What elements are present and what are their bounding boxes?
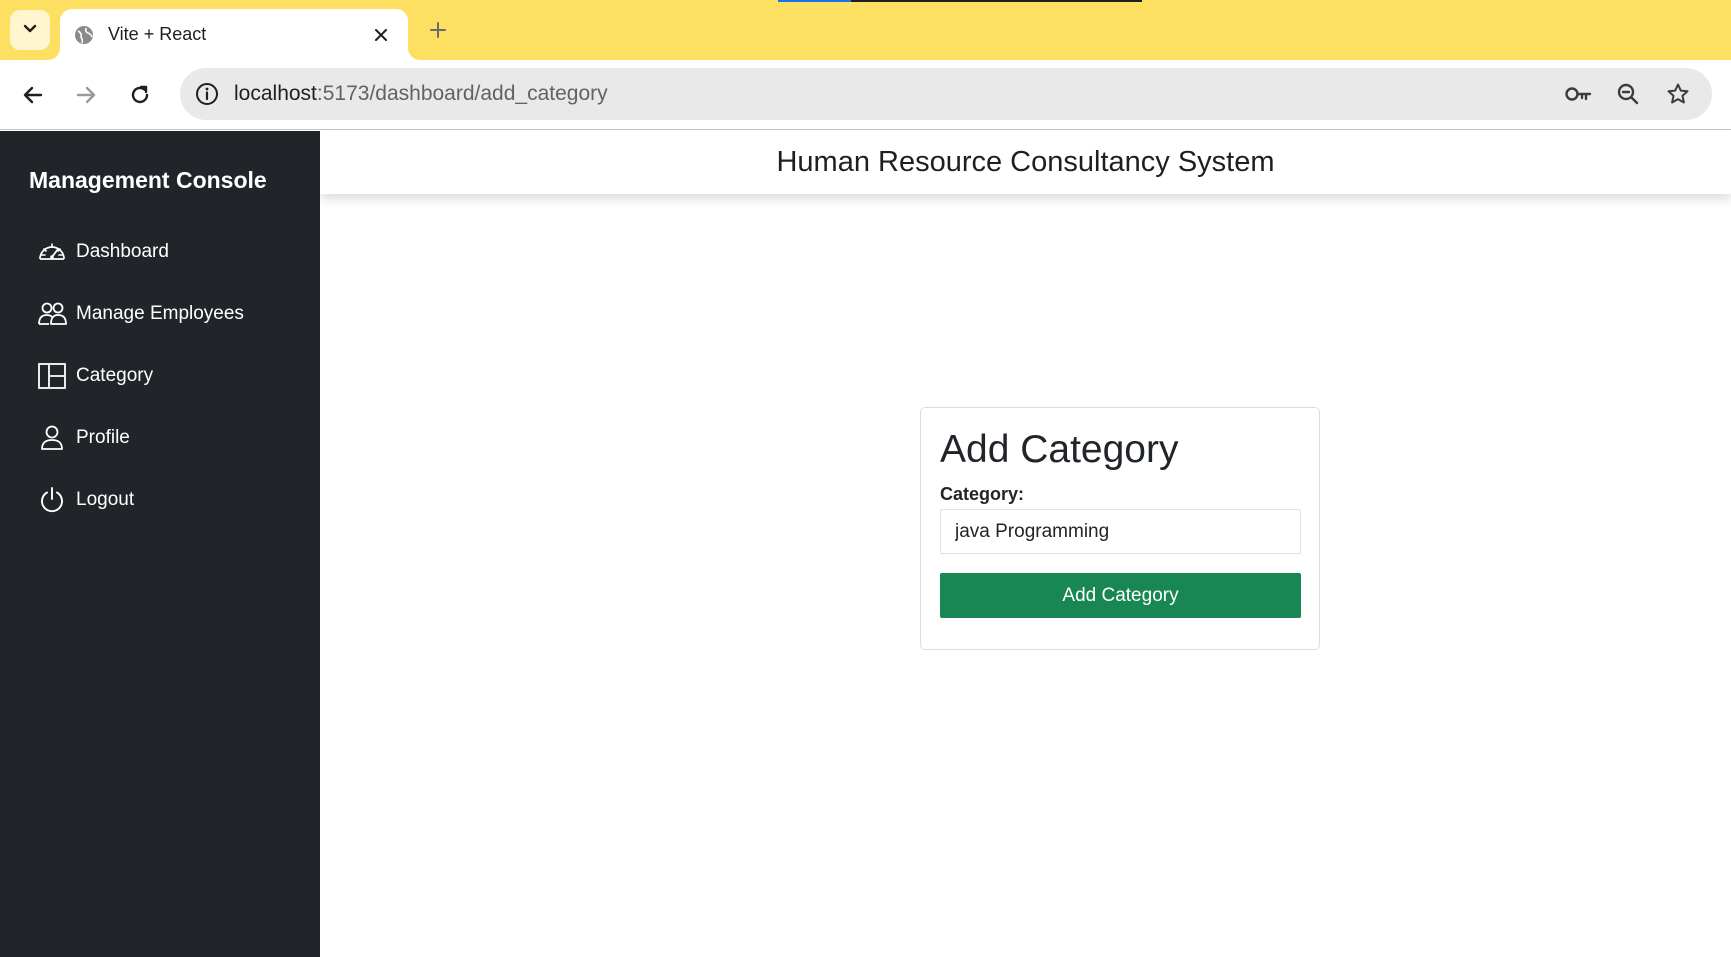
info-icon[interactable] [194, 81, 220, 107]
url-host: localhost [234, 82, 317, 105]
browser-tab[interactable]: Vite + React [60, 9, 408, 60]
sidebar-item-label: Category [76, 365, 154, 386]
page-title: Human Resource Consultancy System [776, 146, 1275, 178]
browser-tabstrip: Vite + React [0, 0, 1731, 60]
tab-list-button[interactable] [10, 10, 50, 50]
sidebar-item-label: Dashboard [76, 241, 169, 262]
star-icon[interactable] [1664, 80, 1692, 108]
page-load-progress [778, 0, 1142, 2]
form-title: Add Category [940, 428, 1179, 471]
category-input[interactable] [940, 509, 1301, 554]
sidebar-item-dashboard[interactable]: Dashboard [36, 221, 306, 283]
add-category-form: Add Category Category: Add Category [920, 407, 1320, 650]
add-category-button[interactable]: Add Category [940, 573, 1301, 618]
url-text[interactable]: localhost:5173/dashboard/add_category [234, 82, 1564, 106]
address-bar[interactable]: localhost:5173/dashboard/add_category [180, 68, 1712, 120]
reload-icon[interactable] [123, 78, 157, 112]
sidebar-item-label: Manage Employees [76, 303, 244, 324]
page-load-progress-fill [778, 0, 851, 2]
sidebar-nav: Dashboard Manage Employees Category Prof… [36, 221, 306, 531]
sidebar-item-logout[interactable]: Logout [36, 469, 306, 531]
brand-title[interactable]: Management Console [29, 167, 267, 194]
chevron-down-icon [22, 20, 38, 41]
person-icon [36, 422, 68, 454]
key-icon[interactable] [1564, 80, 1592, 108]
plus-icon[interactable] [424, 16, 452, 44]
forward-arrow-icon[interactable] [69, 78, 103, 112]
back-arrow-icon[interactable] [16, 78, 50, 112]
tab-title: Vite + React [108, 24, 207, 44]
url-path: :5173/dashboard/add_category [316, 82, 608, 105]
category-field-label: Category: [940, 484, 1025, 504]
power-icon [36, 484, 68, 516]
browser-toolbar: localhost:5173/dashboard/add_category [0, 60, 1731, 130]
close-icon[interactable] [368, 22, 394, 48]
sidebar-item-label: Profile [76, 427, 130, 448]
sidebar: Management Console Dashboard Manage Empl… [0, 131, 320, 957]
globe-icon [74, 25, 94, 45]
sidebar-item-label: Logout [76, 489, 135, 510]
sidebar-item-profile[interactable]: Profile [36, 407, 306, 469]
people-icon [36, 298, 68, 330]
sidebar-item-manage-employees[interactable]: Manage Employees [36, 283, 306, 345]
zoom-icon[interactable] [1614, 80, 1642, 108]
speedometer-icon [36, 236, 68, 268]
columns-icon [36, 360, 68, 392]
sidebar-item-category[interactable]: Category [36, 345, 306, 407]
page-header: Human Resource Consultancy System [320, 131, 1731, 194]
